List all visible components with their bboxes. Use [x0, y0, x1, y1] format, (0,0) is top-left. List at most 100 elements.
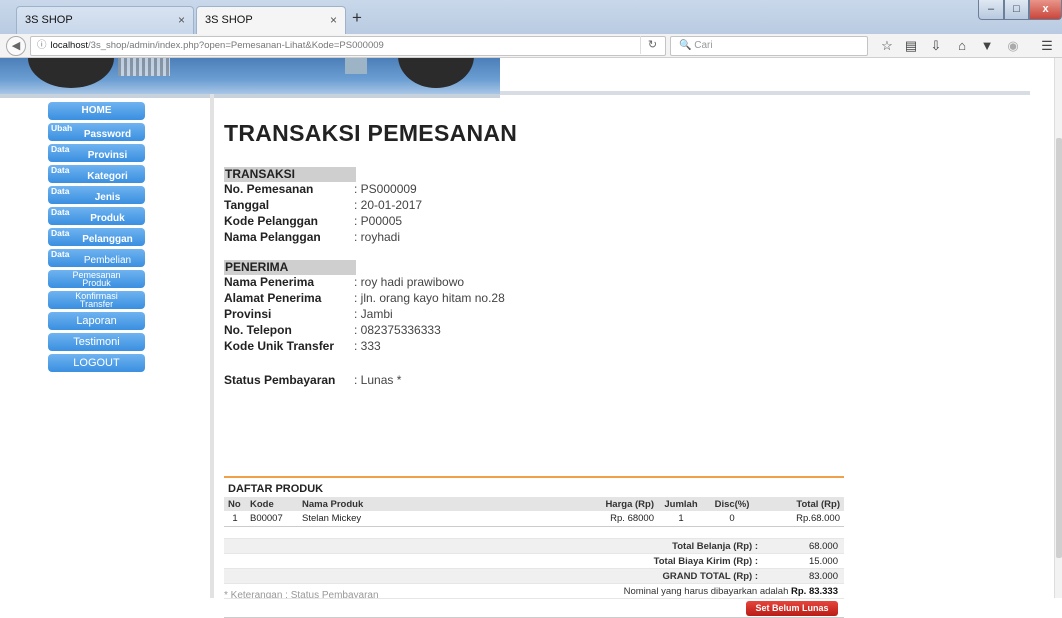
vertical-scrollbar[interactable] — [1054, 58, 1062, 598]
summary-row: Total Biaya Kirim (Rp) : 15.000 — [224, 553, 844, 568]
detail-row: Alamat Penerima: jln. orang kayo hitam n… — [224, 291, 850, 307]
scrollbar-thumb[interactable] — [1056, 138, 1062, 558]
tab-close-icon[interactable]: × — [330, 13, 337, 27]
detail-row: No. Pemesanan : PS000009 — [224, 182, 850, 198]
sidebar-menu: HOME Ubah Password Data Provinsi Data Kateg… — [48, 102, 146, 375]
detail-label: No. Pemesanan — [224, 182, 314, 196]
detail-value: : PS000009 — [354, 182, 417, 196]
star-icon[interactable]: ☆ — [878, 38, 896, 54]
page-title: TRANSAKSI PEMESANAN — [224, 120, 518, 146]
nominal-text: Nominal yang harus dibayarkan adalah — [623, 586, 789, 597]
detail-value: : Jambi — [354, 307, 393, 321]
sidebar-item-label: Provinsi — [87, 150, 128, 161]
window-close-button[interactable]: x — [1029, 0, 1062, 20]
sidebar-item-label: Testimoni — [73, 336, 120, 348]
sidebar-item-data-pembelian[interactable]: Data Pembelian — [48, 249, 145, 267]
column-header: Nama Produk — [298, 497, 596, 511]
sidebar-item-label: Password — [83, 129, 132, 140]
header-divider — [500, 91, 1030, 95]
detail-label: No. Telepon — [224, 323, 292, 337]
sidebar-item-label: Jenis — [94, 192, 121, 203]
sidebar-item-data-pelanggan[interactable]: Data Pelanggan — [48, 228, 145, 246]
sidebar-item-home[interactable]: HOME — [48, 102, 145, 120]
reload-icon[interactable]: ↻ — [640, 36, 664, 54]
nominal-value: Rp. 83.333 — [791, 586, 838, 597]
table-cell: Rp. 68000 — [610, 513, 654, 524]
summary-value: 83.000 — [808, 571, 838, 582]
tab-close-icon[interactable]: × — [178, 13, 185, 27]
tab-title: 3S SHOP — [25, 14, 73, 26]
main-content: TRANSAKSI PEMESANAN TRANSAKSI No. Pemesa… — [224, 120, 850, 618]
sidebar-item-konfirmasi-transfer[interactable]: Konfirmasi Transfer — [48, 291, 145, 309]
detail-row: Nama Pelanggan: royhadi — [224, 230, 850, 246]
sidebar-item-logout[interactable]: LOGOUT — [48, 354, 145, 372]
sidebar-item-ubah-password[interactable]: Ubah Password — [48, 123, 145, 141]
search-input[interactable]: 🔍 Cari — [670, 36, 868, 56]
pocket-icon[interactable]: ▼ — [978, 38, 996, 53]
sidebar-item-data-kategori[interactable]: Data Kategori — [48, 165, 145, 183]
sidebar-item-label: Produk — [90, 213, 125, 224]
column-header: Disc(%) — [704, 497, 760, 511]
new-tab-icon[interactable]: + — [352, 8, 362, 28]
sidebar-item-label: Kategori — [87, 171, 128, 182]
table-cell: 1 — [678, 513, 684, 524]
set-belum-lunas-button[interactable]: Set Belum Lunas — [746, 601, 838, 616]
sidebar-item-label: Transfer — [79, 299, 114, 309]
summary-label: Total Biaya Kirim (Rp) : — [653, 556, 758, 567]
back-arrow-icon[interactable]: ◀ — [6, 36, 26, 56]
detail-row: Nama Penerima : roy hadi prawibowo — [224, 275, 850, 291]
detail-row: Kode Pelanggan : P00005 — [224, 214, 850, 230]
menu-icon[interactable]: ☰ — [1038, 38, 1056, 54]
summary-label: Total Belanja (Rp) : — [672, 541, 758, 552]
browser-tab[interactable]: 3S SHOP × — [16, 6, 194, 34]
url-path: /3s_shop/admin/index.php?open=Pemesanan-… — [88, 40, 384, 51]
summary-value: 15.000 — [808, 556, 838, 567]
detail-value: : P00005 — [354, 214, 403, 228]
info-icon[interactable]: ⓘ — [37, 40, 47, 51]
sidebar-item-label: HOME — [81, 105, 112, 116]
sidebar-item-laporan[interactable]: Laporan — [48, 312, 145, 330]
table-row: 1 B00007 Stelan Mickey Rp. 68000 1 0 Rp.… — [224, 511, 844, 526]
detail-row: Provinsi : Jambi — [224, 307, 850, 323]
summary-label: GRAND TOTAL (Rp) : — [662, 571, 758, 582]
sidebar-item-label: Pelanggan — [82, 234, 133, 245]
sidebar-item-data-provinsi[interactable]: Data Provinsi — [48, 144, 145, 162]
detail-label: Provinsi — [224, 307, 272, 321]
banner-image — [345, 58, 367, 74]
url-input[interactable]: ⓘ localhost/3s_shop/admin/index.php?open=… — [30, 36, 666, 56]
table-spacer — [224, 526, 844, 538]
footer-note: * Keterangan : Status Pembayaran — [224, 590, 379, 598]
table-cell: B00007 — [250, 513, 283, 524]
product-table: No Kode Nama Produk Harga (Rp) Jumlah Di… — [224, 497, 844, 526]
sidebar-item-testimoni[interactable]: Testimoni — [48, 333, 145, 351]
reading-list-icon[interactable]: ▤ — [902, 38, 920, 54]
home-icon[interactable]: ⌂ — [953, 38, 971, 53]
detail-value: : royhadi — [354, 230, 401, 244]
sidebar-item-prefix: Data — [51, 186, 70, 196]
addon-icon[interactable]: ◉ — [1004, 38, 1022, 54]
section-header-penerima: PENERIMA — [224, 260, 356, 275]
browser-tab-active[interactable]: 3S SHOP × — [196, 6, 346, 35]
sidebar-item-data-produk[interactable]: Data Produk — [48, 207, 145, 225]
download-icon[interactable]: ⇩ — [927, 38, 945, 54]
table-header-row: No Kode Nama Produk Harga (Rp) Jumlah Di… — [224, 497, 844, 511]
table-cell: 0 — [729, 513, 735, 524]
window-minimize-button[interactable]: – — [978, 0, 1004, 20]
status-label: Status Pembayaran — [224, 373, 336, 387]
action-row: Set Belum Lunas — [224, 598, 844, 618]
window-maximize-button[interactable]: □ — [1004, 0, 1029, 20]
detail-label: Nama Penerima — [224, 275, 315, 289]
detail-value: : 082375336333 — [354, 323, 441, 337]
banner-image — [118, 58, 170, 76]
detail-value: : 20-01-2017 — [354, 198, 423, 212]
status-row: Status Pembayaran: Lunas * — [224, 373, 850, 389]
detail-value: : roy hadi prawibowo — [354, 275, 465, 289]
detail-label: Kode Unik Transfer — [224, 339, 335, 353]
detail-row: Tanggal: 20-01-2017 — [224, 198, 850, 214]
banner-image — [398, 58, 474, 88]
detail-value: : 333 — [354, 339, 381, 353]
content-divider — [210, 94, 214, 598]
sidebar-item-pemesanan-produk[interactable]: Pemesanan Produk — [48, 270, 145, 288]
sidebar-item-data-jenis[interactable]: Data Jenis — [48, 186, 145, 204]
detail-label: Kode Pelanggan — [224, 214, 319, 228]
